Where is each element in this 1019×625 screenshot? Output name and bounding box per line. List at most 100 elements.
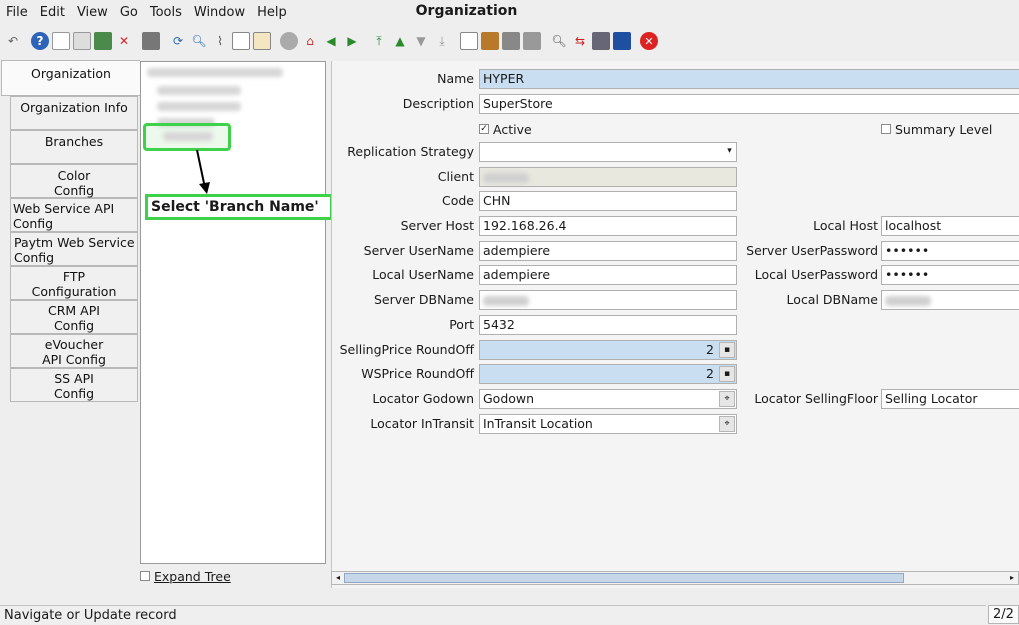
find-icon[interactable]: 🔍︎ xyxy=(190,32,208,50)
home-icon[interactable] xyxy=(280,32,298,50)
refresh-icon[interactable]: ⟳ xyxy=(169,32,187,50)
name-field[interactable]: HYPER xyxy=(479,69,1019,89)
description-label: Description xyxy=(402,96,474,111)
tab-list: Organization Organization Info Branches … xyxy=(0,60,140,588)
close-window-icon[interactable]: ✕ xyxy=(640,32,658,50)
organization-tree[interactable] xyxy=(140,61,326,564)
next-record-icon[interactable]: ▼ xyxy=(412,32,430,50)
next-icon[interactable]: ▶ xyxy=(343,32,361,50)
archive-icon[interactable] xyxy=(481,32,499,50)
print-alt-icon[interactable] xyxy=(523,32,541,50)
tab-ss-api-config[interactable]: SS API Config xyxy=(10,368,138,402)
tab-ftp-configuration[interactable]: FTP Configuration xyxy=(10,266,138,300)
summary-level-label: Summary Level xyxy=(895,121,993,137)
horizontal-scrollbar[interactable]: ◂ ▸ xyxy=(331,571,1019,585)
print-preview-icon[interactable] xyxy=(142,32,160,50)
locator-lookup-icon[interactable]: ⌖ xyxy=(719,416,735,432)
new-record-icon[interactable] xyxy=(52,32,70,50)
locator-intransit-label: Locator InTransit xyxy=(370,416,474,431)
scroll-right-icon[interactable]: ▸ xyxy=(1006,572,1018,584)
local-password-field[interactable]: •••••• xyxy=(881,265,1019,285)
tab-color-config[interactable]: Color Config xyxy=(10,164,138,198)
tab-organization-info[interactable]: Organization Info xyxy=(10,96,138,130)
tab-label: SS API Config xyxy=(53,371,95,401)
tab-organization[interactable]: Organization xyxy=(1,60,140,96)
selling-price-roundoff-label: SellingPrice RoundOff xyxy=(339,342,474,357)
house-icon[interactable]: ⌂ xyxy=(301,32,319,50)
tree-node[interactable] xyxy=(157,102,241,111)
exit-icon[interactable] xyxy=(613,32,631,50)
locator-godown-field[interactable]: Godown ⌖ xyxy=(479,389,737,409)
selling-price-roundoff-value: 2 xyxy=(706,342,714,357)
scrollbar-thumb[interactable] xyxy=(344,573,904,583)
copy-record-icon[interactable] xyxy=(73,32,91,50)
ws-price-roundoff-field[interactable]: 2 ▪ xyxy=(479,364,737,384)
local-host-field[interactable]: localhost xyxy=(881,216,1019,236)
previous-record-icon[interactable]: ▲ xyxy=(391,32,409,50)
workflow-icon[interactable]: ⇆ xyxy=(571,32,589,50)
tab-label: Branches xyxy=(44,134,104,149)
checkbox-icon xyxy=(140,571,150,581)
port-label: Port xyxy=(449,317,474,332)
redacted-value xyxy=(483,172,529,183)
history-icon[interactable] xyxy=(253,32,271,50)
calculator-icon[interactable]: ▪ xyxy=(719,342,735,358)
locator-intransit-value: InTransit Location xyxy=(483,416,593,431)
server-username-field[interactable]: adempiere xyxy=(479,241,737,261)
description-field[interactable]: SuperStore xyxy=(479,94,1019,114)
active-checkbox[interactable]: ✓ Active xyxy=(479,120,532,138)
locator-selling-floor-field[interactable]: Selling Locator xyxy=(881,389,1019,409)
delete-icon[interactable]: ✕ xyxy=(115,32,133,50)
tab-paytm-web-service-config[interactable]: Paytm Web Service Config xyxy=(10,232,138,266)
tab-label: Color Config xyxy=(53,168,95,198)
print-icon[interactable] xyxy=(502,32,520,50)
redacted-value xyxy=(483,295,529,306)
locator-godown-label: Locator Godown xyxy=(372,391,474,406)
replication-strategy-select[interactable]: ▾ xyxy=(479,142,737,162)
tree-node[interactable] xyxy=(157,86,241,95)
tab-crm-api-config[interactable]: CRM API Config xyxy=(10,300,138,334)
status-bar: Navigate or Update record xyxy=(0,605,986,624)
server-username-label: Server UserName xyxy=(363,243,474,258)
summary-level-checkbox[interactable]: Summary Level xyxy=(881,120,992,138)
attachment-icon[interactable]: ⌇ xyxy=(211,32,229,50)
save-icon[interactable] xyxy=(94,32,112,50)
calculator-icon[interactable]: ▪ xyxy=(719,366,735,382)
client-field xyxy=(479,167,737,187)
zoom-across-icon[interactable]: 🔍︎ xyxy=(550,32,568,50)
report-icon[interactable] xyxy=(460,32,478,50)
product-info-icon[interactable] xyxy=(592,32,610,50)
selling-price-roundoff-field[interactable]: 2 ▪ xyxy=(479,340,737,360)
expand-tree-checkbox[interactable]: Expand Tree xyxy=(140,566,326,586)
locator-intransit-field[interactable]: InTransit Location ⌖ xyxy=(479,414,737,434)
server-dbname-label: Server DBName xyxy=(373,292,474,307)
annotation-callout: Select 'Branch Name' xyxy=(145,194,333,220)
server-password-field[interactable]: •••••• xyxy=(881,241,1019,261)
local-dbname-field[interactable] xyxy=(881,290,1019,310)
local-username-field[interactable]: adempiere xyxy=(479,265,737,285)
locator-lookup-icon[interactable]: ⌖ xyxy=(719,391,735,407)
local-dbname-label: Local DBName xyxy=(786,292,878,307)
last-record-icon[interactable]: ⤓ xyxy=(433,32,451,50)
port-field[interactable]: 5432 xyxy=(479,315,737,335)
first-record-icon[interactable]: ⤒ xyxy=(370,32,388,50)
help-icon[interactable]: ? xyxy=(31,32,49,50)
tree-node-root[interactable] xyxy=(147,68,283,77)
undo-icon[interactable]: ↶ xyxy=(4,32,22,50)
tab-evoucher-api-config[interactable]: eVoucher API Config xyxy=(10,334,138,368)
chevron-down-icon[interactable]: ▾ xyxy=(724,144,735,160)
code-field[interactable]: CHN xyxy=(479,191,737,211)
local-password-label: Local UserPassword xyxy=(754,267,878,282)
chat-icon[interactable] xyxy=(232,32,250,50)
tab-label: Organization Info xyxy=(20,100,128,115)
tab-branches[interactable]: Branches xyxy=(10,130,138,164)
server-dbname-field[interactable] xyxy=(479,290,737,310)
record-form: Name HYPER Description SuperStore ✓ Acti… xyxy=(331,61,1019,588)
scroll-left-icon[interactable]: ◂ xyxy=(332,572,344,584)
server-host-field[interactable]: 192.168.26.4 xyxy=(479,216,737,236)
server-password-label: Server UserPassword xyxy=(746,243,878,258)
tab-web-service-api-config[interactable]: Web Service API Config xyxy=(10,198,138,232)
previous-icon[interactable]: ◀ xyxy=(322,32,340,50)
tab-label: CRM API Config xyxy=(48,303,100,333)
name-label: Name xyxy=(437,71,474,86)
